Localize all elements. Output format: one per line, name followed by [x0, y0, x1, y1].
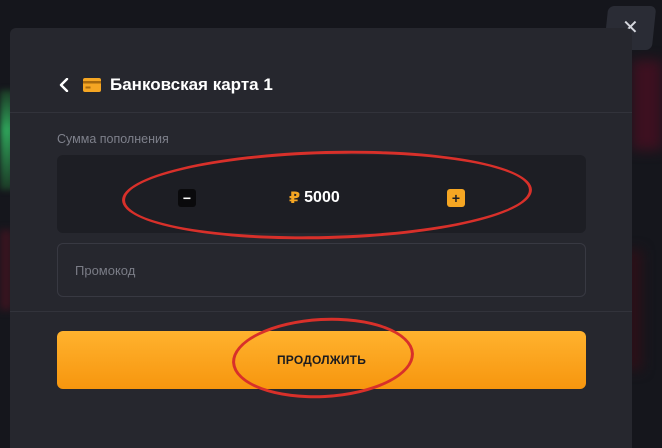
amount-stepper: − ₽ 5000 +	[57, 155, 586, 233]
page-title: Банковская карта 1	[110, 75, 273, 94]
divider	[10, 311, 632, 312]
modal-header: Банковская карта 1	[57, 72, 273, 98]
amount-display[interactable]: ₽ 5000	[289, 188, 340, 208]
promo-code-input[interactable]	[57, 243, 586, 297]
amount-label: Сумма пополнения	[57, 132, 169, 146]
background-glow	[632, 60, 662, 150]
chevron-left-icon[interactable]	[57, 76, 71, 94]
decrease-button[interactable]: −	[178, 189, 196, 207]
increase-button[interactable]: +	[447, 189, 465, 207]
continue-button[interactable]: ПРОДОЛЖИТЬ	[57, 331, 586, 389]
amount-value: 5000	[304, 189, 340, 206]
deposit-modal: Банковская карта 1 Сумма пополнения − ₽ …	[10, 28, 632, 448]
divider	[10, 112, 632, 113]
continue-button-label: ПРОДОЛЖИТЬ	[276, 353, 367, 367]
ruble-icon: ₽	[289, 190, 301, 207]
credit-card-icon	[83, 78, 101, 92]
